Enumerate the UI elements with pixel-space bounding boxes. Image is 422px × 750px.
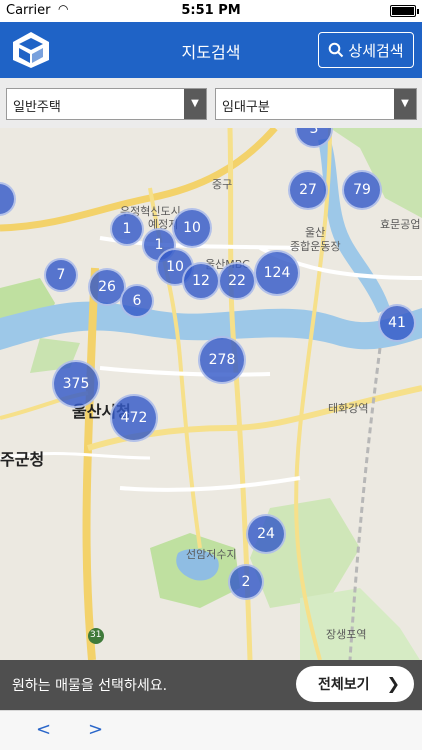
back-button[interactable]: <	[36, 719, 51, 740]
view-all-button[interactable]: 전체보기 ❯	[296, 666, 414, 702]
rental-type-value: 임대구분	[222, 100, 270, 115]
map-label-junggu: 중구	[212, 178, 233, 191]
filter-bar: 일반주택 ▼ 임대구분 ▼	[0, 78, 422, 128]
map-label-stadium: 종합운동장	[290, 240, 341, 253]
cluster-marker[interactable]: 41	[378, 304, 416, 342]
dropdown-arrow-icon: ▼	[394, 89, 416, 119]
cluster-marker[interactable]: 278	[198, 336, 246, 384]
rental-type-select[interactable]: 임대구분 ▼	[215, 88, 417, 120]
view-all-label: 전체보기	[318, 677, 370, 693]
nav-bar: 지도검색 상세검색	[0, 22, 422, 78]
selection-hint-bar: 원하는 매물을 선택하세요. 전체보기 ❯	[0, 660, 422, 710]
map-label-hyomun: 효문공업	[380, 218, 421, 231]
detail-search-button[interactable]: 상세검색	[318, 32, 414, 68]
map-label-gunchung: 주군청	[0, 450, 45, 469]
route-31-badge: 31	[90, 630, 102, 640]
map-label-jangsaengpo: 장생포역	[326, 628, 367, 641]
cluster-marker[interactable]: 375	[52, 360, 100, 408]
cluster-marker[interactable]: 6	[120, 284, 154, 318]
selection-hint: 원하는 매물을 선택하세요.	[12, 678, 168, 694]
chevron-right-icon: ❯	[386, 674, 400, 693]
status-bar: Carrier ◠ 5:51 PM	[0, 0, 422, 22]
forward-button[interactable]: >	[88, 719, 103, 740]
cluster-marker[interactable]: 1	[110, 212, 144, 246]
cluster-marker[interactable]: 7	[44, 258, 78, 292]
housing-type-value: 일반주택	[13, 100, 61, 115]
dropdown-arrow-icon: ▼	[184, 89, 206, 119]
cluster-marker[interactable]: 12	[182, 262, 220, 300]
status-time: 5:51 PM	[181, 3, 241, 18]
search-icon	[329, 42, 344, 58]
cluster-marker[interactable]: 472	[110, 394, 158, 442]
cluster-marker[interactable]: 10	[172, 208, 212, 248]
map-view[interactable]: 중구 우정혁신도시 예정지 울산 종합운동장 울산MBC 효문공업 울산시청 주…	[0, 128, 422, 660]
detail-search-label: 상세검색	[348, 41, 404, 60]
cluster-marker[interactable]: 2	[228, 564, 264, 600]
cluster-marker[interactable]: 79	[342, 170, 382, 210]
cluster-marker[interactable]: 24	[246, 514, 286, 554]
bottom-toolbar: < >	[0, 710, 422, 750]
map-label-seonam: 선암저수지	[186, 548, 237, 561]
cluster-marker[interactable]: 27	[288, 170, 328, 210]
cluster-marker[interactable]: 124	[254, 250, 300, 296]
map-label-taehwa: 태화강역	[328, 402, 369, 415]
housing-type-select[interactable]: 일반주택 ▼	[6, 88, 207, 120]
battery-icon	[390, 5, 419, 17]
cluster-marker[interactable]: 22	[218, 262, 256, 300]
